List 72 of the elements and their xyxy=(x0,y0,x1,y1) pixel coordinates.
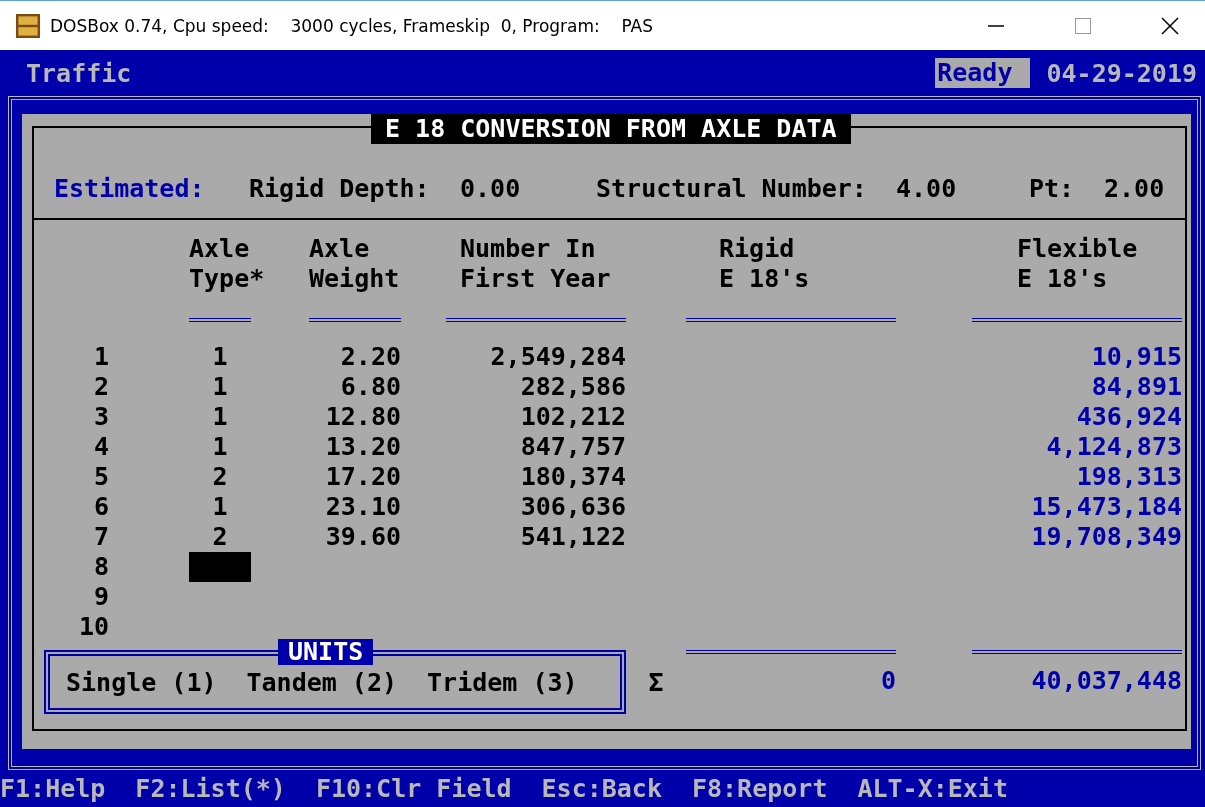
table-cell: 39.60 xyxy=(325,522,401,551)
field-value: 0.00 xyxy=(460,174,522,205)
table-cell: 19,708,349 xyxy=(1031,522,1182,551)
function-key[interactable]: F10:Clr Field xyxy=(315,774,512,803)
maximize-icon[interactable] xyxy=(1073,15,1093,36)
table-cell: 1 xyxy=(212,432,228,461)
column-header: Flexible E 18's xyxy=(1017,234,1139,294)
field-value: 4.00 xyxy=(896,174,958,205)
row-number: 2 xyxy=(92,372,109,402)
status-indicator: Ready xyxy=(935,58,1031,88)
table-cell: 84,891 xyxy=(1091,372,1182,401)
close-icon[interactable] xyxy=(1160,15,1180,36)
table-cell: 306,636 xyxy=(520,492,626,521)
table-cell: 1 xyxy=(212,492,228,521)
table-cell: 17.20 xyxy=(325,462,401,491)
app-icon xyxy=(16,13,40,38)
field-label: Pt: xyxy=(1029,174,1076,205)
function-key[interactable]: ALT-X:Exit xyxy=(857,774,1008,803)
row-number: 6 xyxy=(92,492,109,522)
table-cell: 10,915 xyxy=(1091,342,1182,371)
unit-option: Tridem (3) xyxy=(427,667,578,697)
rigid-total: 0 xyxy=(880,666,896,696)
unit-option: Single (1) xyxy=(66,667,217,697)
table-cell: 282,586 xyxy=(520,372,626,401)
flexible-total: 40,037,448 xyxy=(1031,666,1182,696)
unit-option: Tandem (2) xyxy=(246,667,398,697)
table-cell: 102,212 xyxy=(520,402,626,431)
field-value: 2.00 xyxy=(1104,174,1166,205)
table-cell: 847,757 xyxy=(520,432,626,461)
field-label: Structural Number: xyxy=(596,174,868,205)
field-label: Rigid Depth: xyxy=(249,174,431,205)
table-cell: 2,549,284 xyxy=(490,342,626,371)
table-cell: 180,374 xyxy=(520,462,626,491)
row-number: 8 xyxy=(92,552,109,582)
table-cell: 2.20 xyxy=(340,342,401,371)
function-key[interactable]: Esc:Back xyxy=(541,774,662,803)
table-cell: 4,124,873 xyxy=(1046,432,1182,461)
table-cell: 1 xyxy=(212,402,228,431)
row-number: 7 xyxy=(92,522,109,552)
table-cell: 2 xyxy=(212,522,228,551)
row-number: 1 xyxy=(92,342,109,372)
units-title: UNITS xyxy=(278,639,374,665)
table-cell: 12.80 xyxy=(325,402,401,431)
table-cell: 198,313 xyxy=(1076,462,1182,491)
table-cell: 1 xyxy=(212,342,228,371)
function-key[interactable]: F2:List(*) xyxy=(135,774,286,803)
row-number: 4 xyxy=(92,432,109,462)
table-cell: 2 xyxy=(212,462,228,491)
column-header: Number In First Year xyxy=(460,234,612,294)
function-key[interactable]: F1:Help xyxy=(0,774,106,803)
input-cursor[interactable] xyxy=(189,552,251,582)
form-title: E 18 CONVERSION FROM AXLE DATA xyxy=(371,114,851,144)
table-cell: 23.10 xyxy=(325,492,401,521)
row-number: 9 xyxy=(92,582,109,612)
column-header: Rigid E 18's xyxy=(719,234,811,294)
app-title: Traffic xyxy=(26,58,132,88)
row-number: 10 xyxy=(77,612,109,642)
column-header: Axle Type* xyxy=(189,234,265,294)
table-cell: 15,473,184 xyxy=(1031,492,1182,521)
row-number: 5 xyxy=(92,462,109,492)
table-cell: 6.80 xyxy=(340,372,401,401)
column-header: Axle Weight xyxy=(309,234,401,294)
table-cell: 541,122 xyxy=(520,522,626,551)
table-cell: 1 xyxy=(212,372,228,401)
row-number: 3 xyxy=(92,402,109,432)
table-cell: 13.20 xyxy=(325,432,401,461)
sum-symbol: Σ xyxy=(647,668,665,698)
date-label: 04-29-2019 xyxy=(1046,58,1197,88)
table-cell: 436,924 xyxy=(1076,402,1182,431)
function-key[interactable]: F8:Report xyxy=(691,774,828,803)
window-title: DOSBox 0.74, Cpu speed: 3000 cycles, Frameskip 0, Program: PAS xyxy=(50,15,653,36)
estimated-label: Estimated: xyxy=(54,174,206,205)
